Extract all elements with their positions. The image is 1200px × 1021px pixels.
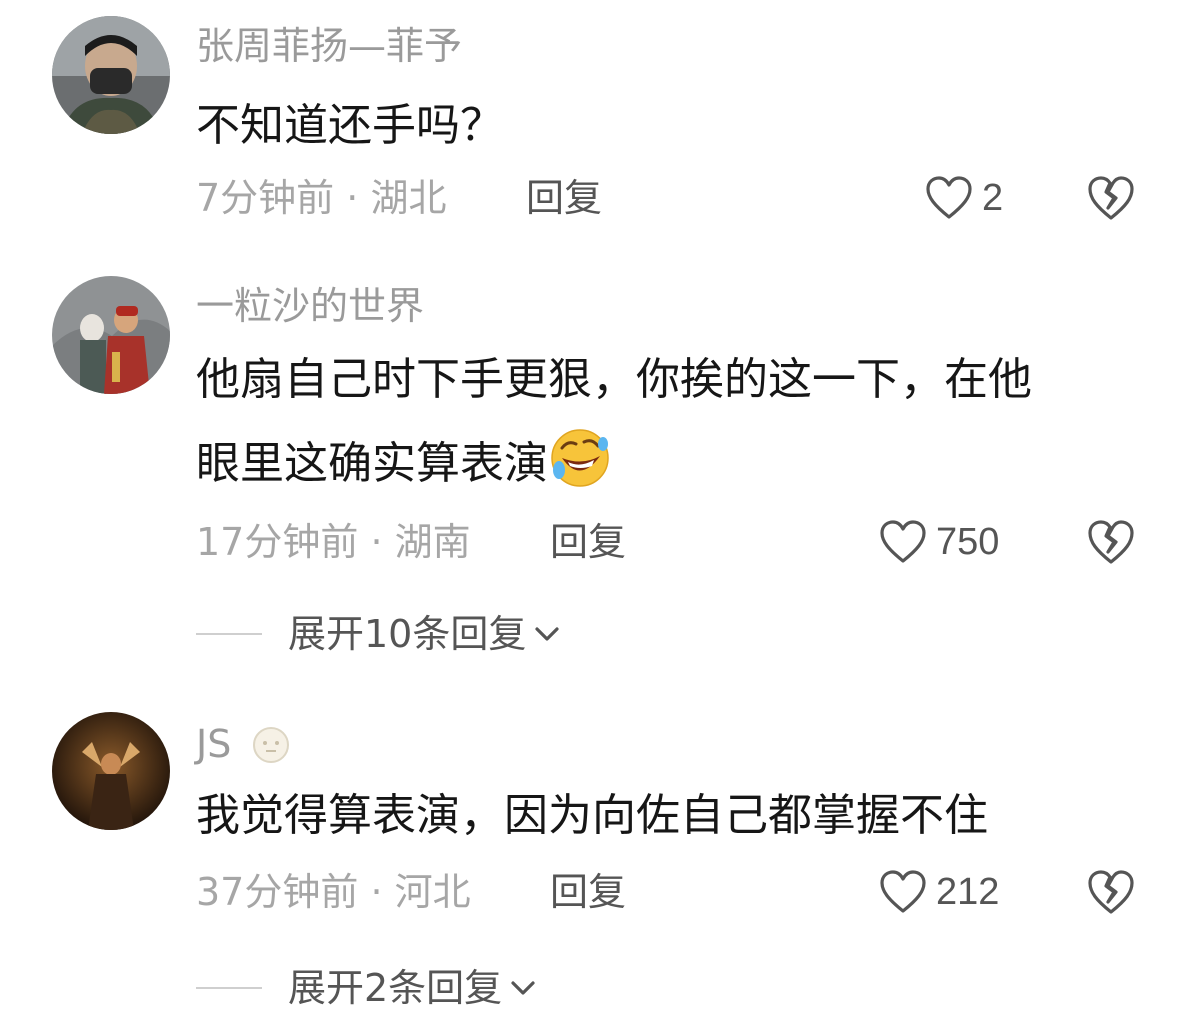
- meta-separator: ·: [346, 176, 359, 220]
- comment-meta: 37分钟前 · 河北: [196, 868, 471, 916]
- username[interactable]: 张周菲扬—菲予: [196, 22, 462, 70]
- comment-line: 我觉得算表演，因为向佐自己都掌握不住: [196, 790, 988, 841]
- timestamp: 37分钟前: [196, 870, 359, 914]
- comment-line-with-emoji: 眼里这确实算表演: [196, 422, 1032, 506]
- rolling-on-floor-laughing-emoji: [551, 429, 609, 487]
- like-count: 212: [936, 871, 1000, 913]
- comment-text: 不知道还手吗？: [196, 84, 504, 168]
- heart-outline-icon: [926, 176, 972, 219]
- broken-heart-icon[interactable]: [1086, 868, 1136, 916]
- chevron-down-icon: [535, 627, 559, 641]
- like-count: 2: [982, 177, 1004, 219]
- comment-meta: 17分钟前 · 湖南: [196, 518, 471, 566]
- heart-outline-icon: [880, 520, 926, 563]
- location: 河北: [394, 870, 471, 914]
- heart-outline-icon: [880, 870, 926, 913]
- avatar[interactable]: [52, 16, 170, 134]
- username[interactable]: 一粒沙的世界: [196, 282, 424, 330]
- broken-heart-icon[interactable]: [1086, 174, 1136, 222]
- reply-button[interactable]: 回复: [550, 518, 626, 566]
- like-button[interactable]: 2: [924, 174, 1003, 222]
- divider: [196, 633, 262, 635]
- avatar[interactable]: [52, 276, 170, 394]
- timestamp: 7分钟前: [196, 176, 335, 220]
- comment-line: 不知道还手吗？: [196, 100, 504, 151]
- reply-button[interactable]: 回复: [550, 868, 626, 916]
- comment-text: 我觉得算表演，因为向佐自己都掌握不住: [196, 774, 988, 858]
- expand-replies-button[interactable]: 展开10条回复: [196, 610, 564, 658]
- broken-heart-icon[interactable]: [1086, 518, 1136, 566]
- expand-replies-label: 展开10条回复: [288, 612, 527, 656]
- chevron-down-icon: [511, 981, 535, 995]
- timestamp: 17分钟前: [196, 520, 359, 564]
- like-button[interactable]: 750: [878, 518, 999, 566]
- location: 湖南: [394, 520, 471, 564]
- avatar[interactable]: [52, 712, 170, 830]
- meta-separator: ·: [370, 870, 383, 914]
- comment-line: 眼里这确实算表演: [196, 438, 548, 489]
- username[interactable]: JS: [196, 720, 293, 768]
- meta-separator: ·: [370, 520, 383, 564]
- comment-text: 他扇自己时下手更狠，你挨的这一下，在他 眼里这确实算表演: [196, 338, 1032, 506]
- divider: [196, 987, 262, 989]
- smiley-badge-icon: [253, 727, 290, 763]
- expand-replies-label: 展开2条回复: [288, 966, 503, 1010]
- comment-meta: 7分钟前 · 湖北: [196, 174, 446, 222]
- location: 湖北: [370, 176, 447, 220]
- comment-list: 张周菲扬—菲予 不知道还手吗？ 7分钟前 · 湖北 回复 2 一粒沙的世界 他扇…: [0, 0, 1200, 1021]
- reply-button[interactable]: 回复: [526, 174, 602, 222]
- like-count: 750: [936, 521, 1000, 563]
- comment-line: 他扇自己时下手更狠，你挨的这一下，在他: [196, 354, 1032, 405]
- like-button[interactable]: 212: [878, 868, 999, 916]
- username-text: JS: [196, 722, 232, 766]
- expand-replies-button[interactable]: 展开2条回复: [196, 964, 540, 1012]
